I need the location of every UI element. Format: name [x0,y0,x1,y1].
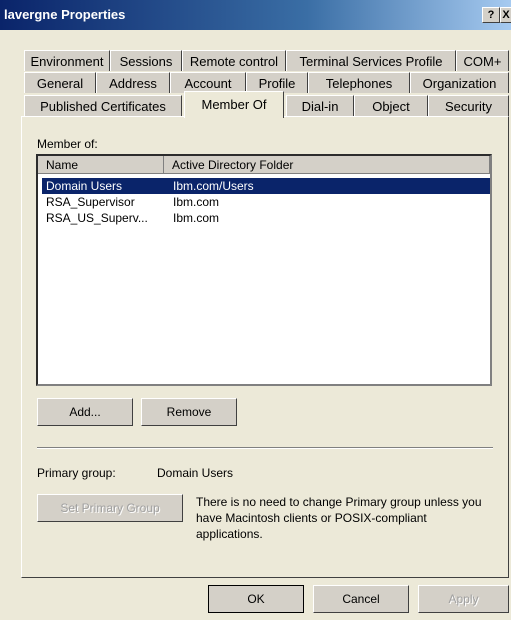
tab-address[interactable]: Address [96,72,170,93]
column-header-name[interactable]: Name [38,156,164,174]
tab-telephones[interactable]: Telephones [308,72,410,93]
member-of-label: Member of: [37,137,98,151]
set-primary-group-button[interactable]: Set Primary Group [37,494,183,522]
close-button[interactable]: X [500,7,511,23]
tab-sessions[interactable]: Sessions [110,50,182,71]
remove-button[interactable]: Remove [141,398,237,426]
tab-security[interactable]: Security [428,95,509,116]
window-title: lavergne Properties [4,7,126,22]
group-name: RSA_Supervisor [46,195,135,209]
tab-general[interactable]: General [24,72,96,93]
primary-group-note: There is no need to change Primary group… [196,495,482,541]
group-name: Domain Users [46,179,123,193]
tab-object[interactable]: Object [354,95,428,116]
tab-published-certificates[interactable]: Published Certificates [24,95,182,116]
ok-button[interactable]: OK [208,585,304,613]
tab-organization[interactable]: Organization [410,72,509,93]
list-item[interactable]: RSA_US_Superv... Ibm.com [42,210,490,226]
add-button[interactable]: Add... [37,398,133,426]
column-header-folder[interactable]: Active Directory Folder [164,156,490,174]
list-item[interactable]: Domain Users Ibm.com/Users [42,178,490,194]
apply-button[interactable]: Apply [418,585,509,613]
primary-group-value: Domain Users [157,466,234,480]
tab-member-of[interactable]: Member Of [184,91,284,118]
cancel-button[interactable]: Cancel [313,585,409,613]
group-name: RSA_US_Superv... [46,211,148,225]
tab-terminal-services-profile[interactable]: Terminal Services Profile [286,50,456,71]
group-folder: Ibm.com [173,211,220,225]
tab-environment[interactable]: Environment [24,50,110,71]
tab-dial-in[interactable]: Dial-in [286,95,354,116]
tab-remote-control[interactable]: Remote control [182,50,286,71]
tab-account[interactable]: Account [170,72,246,93]
primary-group-label: Primary group: [37,466,116,480]
divider [37,447,493,449]
group-folder: Ibm.com/Users [173,179,254,193]
help-button[interactable]: ? [482,7,500,23]
group-folder: Ibm.com [173,195,220,209]
tab-com-plus[interactable]: COM+ [456,50,509,71]
tab-profile[interactable]: Profile [246,72,308,93]
title-bar: lavergne Properties ? X [0,0,511,30]
member-of-list[interactable]: Name Active Directory Folder Domain User… [36,154,492,386]
list-item[interactable]: RSA_Supervisor Ibm.com [42,194,490,210]
